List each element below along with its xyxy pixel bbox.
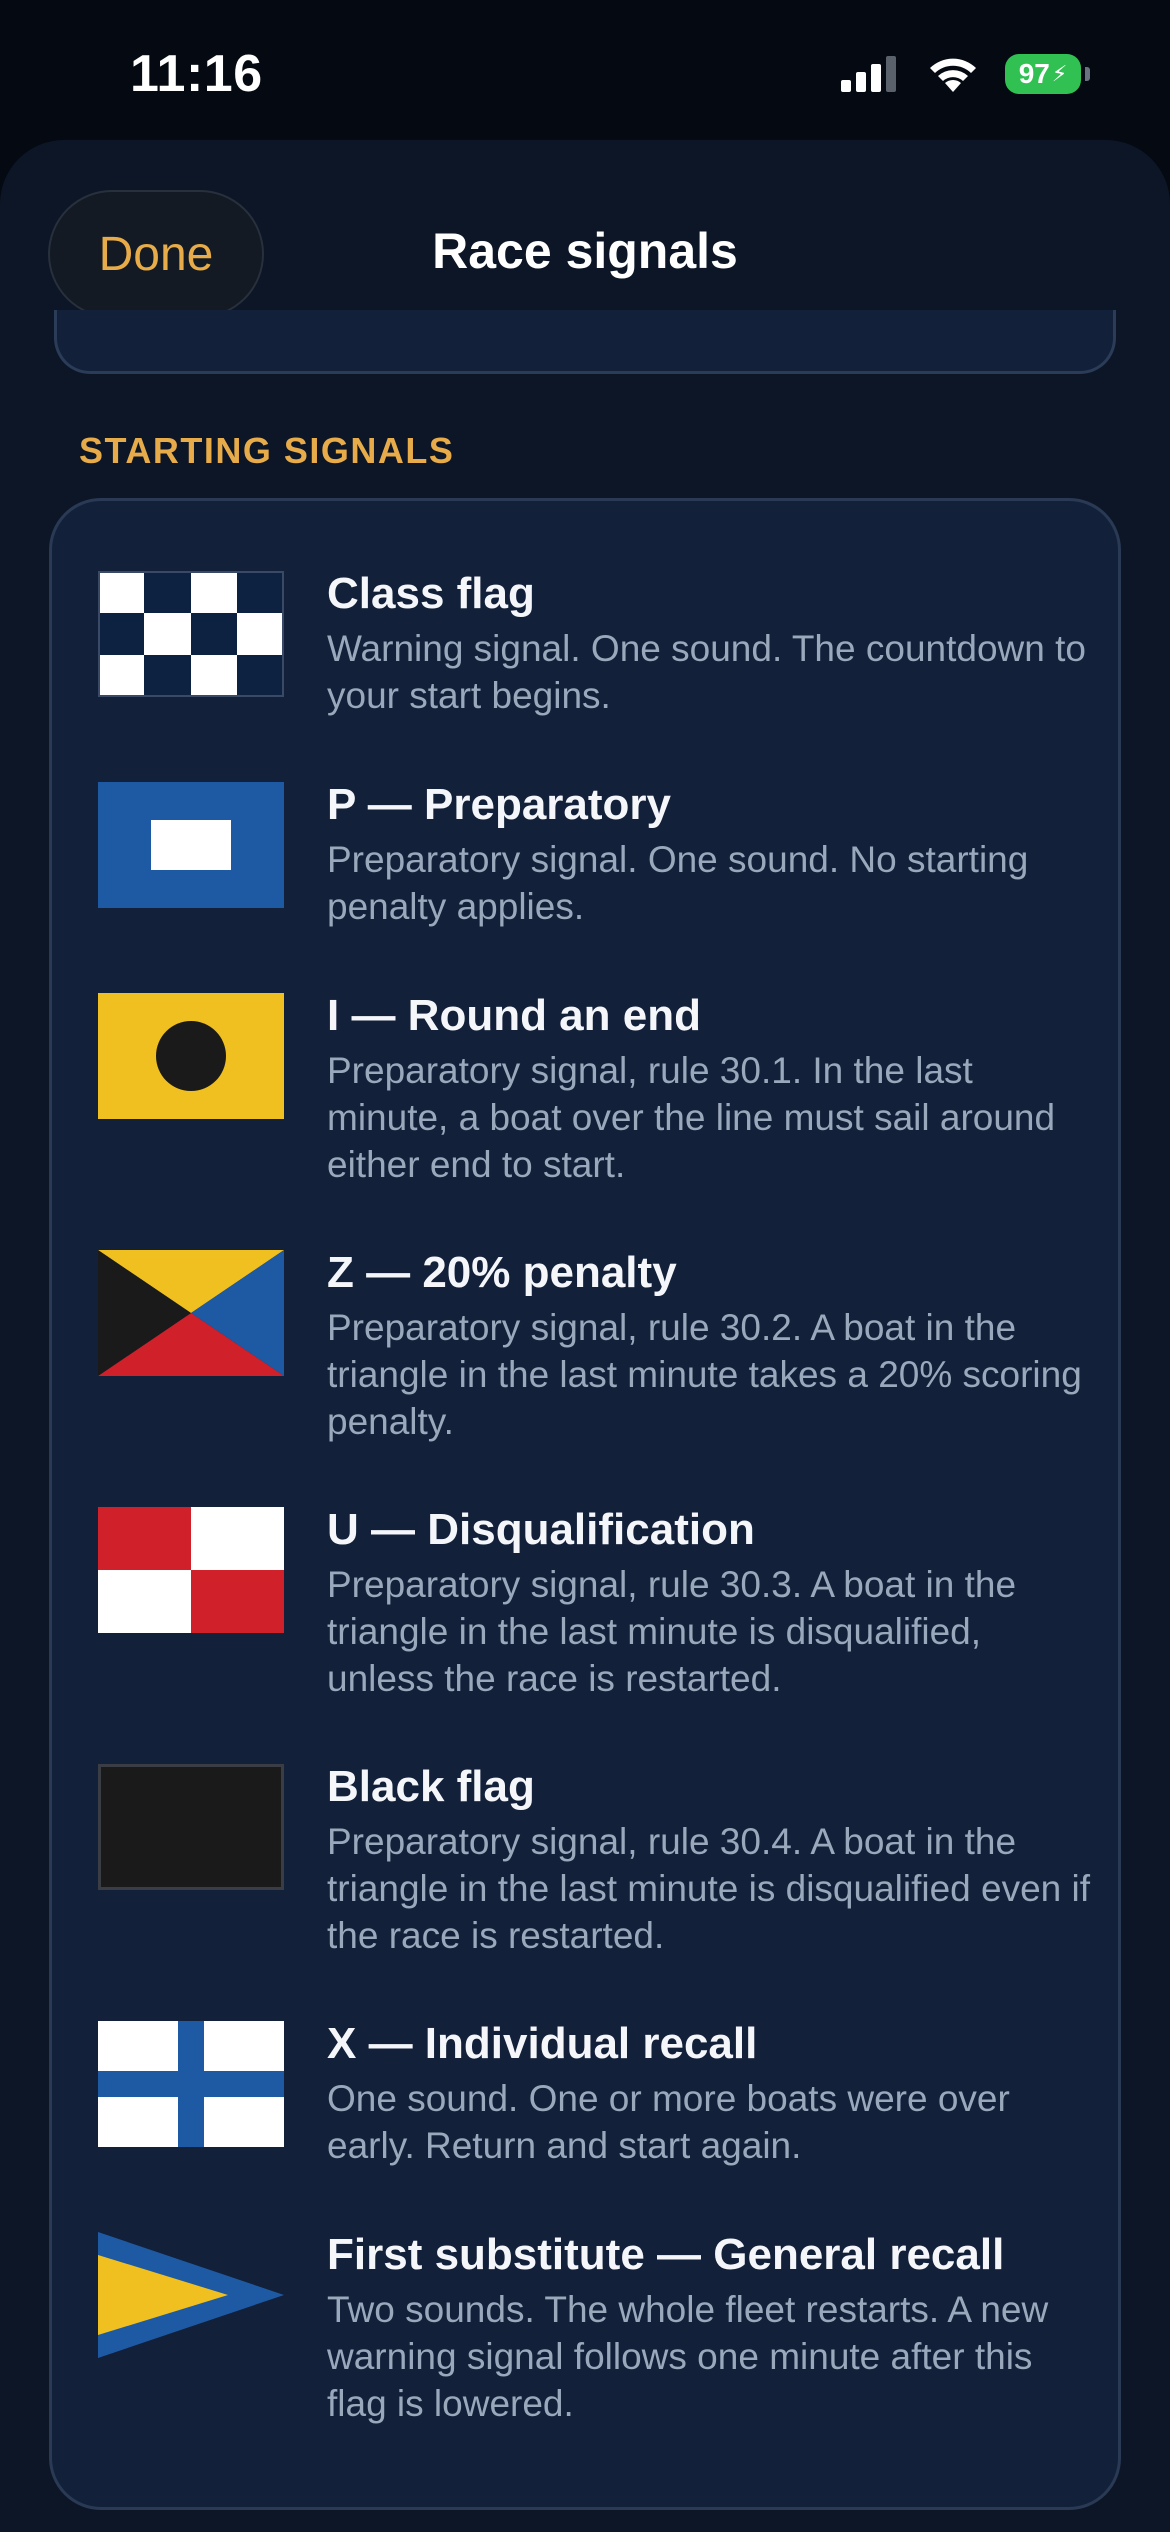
- status-time: 11:16: [130, 45, 263, 103]
- signal-title: I — Round an end: [327, 991, 701, 1040]
- signal-title: First substitute — General recall: [327, 2230, 1005, 2279]
- u-flag-icon: [98, 1507, 284, 1633]
- status-icons: 97 ⚡: [841, 54, 1090, 94]
- signal-title: X — Individual recall: [327, 2019, 758, 2068]
- signals-sheet: Done Race signals STARTING SIGNALS Class…: [0, 140, 1170, 2532]
- x-flag-icon: [98, 2021, 284, 2147]
- signal-description: Preparatory signal, rule 30.2. A boat in…: [327, 1307, 1082, 1442]
- z-flag-icon: [98, 1250, 284, 1376]
- signal-description: Preparatory signal. One sound. No starti…: [327, 839, 1029, 927]
- page-title: Race signals: [432, 223, 738, 279]
- signal-description: Preparatory signal, rule 30.4. A boat in…: [327, 1821, 1091, 1956]
- battery-tip: [1085, 67, 1090, 81]
- signal-title: P — Preparatory: [327, 780, 672, 829]
- black-flag-icon: [98, 1764, 284, 1890]
- first-substitute-flag-icon: [98, 2232, 284, 2358]
- signal-description: Preparatory signal, rule 30.1. In the la…: [327, 1050, 1056, 1185]
- class-flag-icon: [98, 571, 284, 697]
- signal-title: U — Disqualification: [327, 1505, 755, 1554]
- signal-title: Z — 20% penalty: [327, 1248, 677, 1297]
- p-flag-icon: [98, 782, 284, 908]
- previous-card-edge: [54, 310, 1116, 374]
- signal-title: Class flag: [327, 569, 535, 618]
- signal-description: One sound. One or more boats were over e…: [327, 2078, 1010, 2166]
- status-bar: 11:16 97 ⚡: [0, 0, 1170, 140]
- cellular-signal-icon: [841, 56, 896, 92]
- charging-bolt-icon: ⚡: [1051, 61, 1068, 86]
- signals-card: Class flag Warning signal. One sound. Th…: [49, 498, 1121, 2510]
- battery-level: 97: [1018, 58, 1050, 89]
- battery-indicator: 97 ⚡: [1005, 54, 1081, 94]
- signal-title: Black flag: [327, 1762, 535, 1811]
- i-flag-icon: [98, 993, 284, 1119]
- section-header: STARTING SIGNALS: [79, 430, 455, 471]
- wifi-icon: [930, 58, 976, 92]
- signal-description: Two sounds. The whole fleet restarts. A …: [327, 2289, 1049, 2424]
- signal-description: Warning signal. One sound. The countdown…: [327, 628, 1086, 716]
- signal-description: Preparatory signal, rule 30.3. A boat in…: [327, 1564, 1017, 1699]
